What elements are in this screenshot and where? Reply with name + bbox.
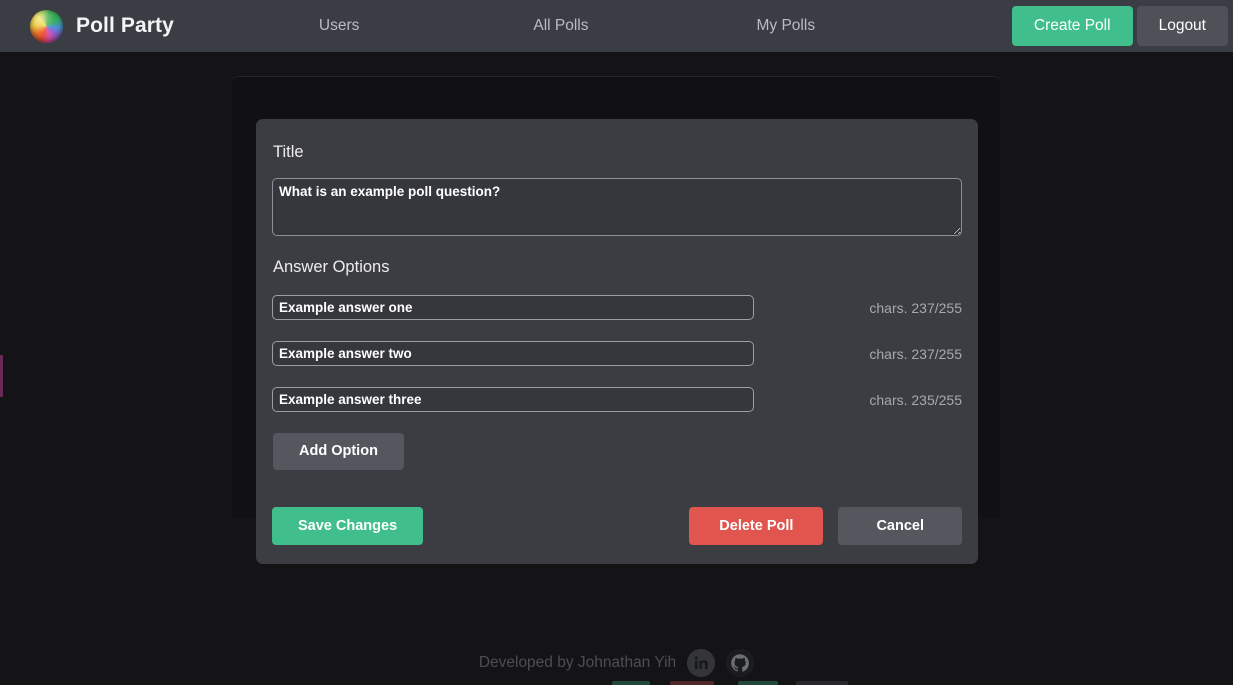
char-counter-1: chars. 237/255 <box>869 299 962 316</box>
char-counter-3: chars. 235/255 <box>869 391 962 408</box>
nav-actions: Create Poll Logout <box>1011 6 1228 46</box>
linkedin-icon[interactable] <box>687 649 716 677</box>
nav-link-all-polls[interactable]: All Polls <box>529 11 592 41</box>
bottom-overflow-strip <box>0 681 1233 685</box>
nav-links: Users All Polls My Polls <box>219 11 1012 41</box>
create-poll-button[interactable]: Create Poll <box>1011 6 1133 46</box>
answer-option-row: chars. 237/255 <box>272 295 962 320</box>
github-icon[interactable] <box>726 649 755 677</box>
char-counter-2: chars. 237/255 <box>869 345 962 362</box>
edit-poll-card: Title Answer Options chars. 237/255 char… <box>256 119 978 564</box>
answer-option-input-3[interactable] <box>272 387 754 412</box>
card-action-bar: Save Changes Delete Poll Cancel <box>272 506 962 545</box>
title-label: Title <box>273 143 304 161</box>
logout-button[interactable]: Logout <box>1136 6 1228 46</box>
add-option-button[interactable]: Add Option <box>273 433 404 470</box>
top-navbar: Poll Party Users All Polls My Polls Crea… <box>0 0 1233 52</box>
answer-option-input-1[interactable] <box>272 295 754 320</box>
developer-credit: Developed by Johnathan Yih <box>478 654 677 671</box>
answer-options-label: Answer Options <box>273 258 390 276</box>
colored-ball-icon <box>30 9 63 43</box>
answer-option-row: chars. 237/255 <box>272 341 962 366</box>
brand-logo-link[interactable]: Poll Party <box>30 9 174 43</box>
poll-title-input[interactable] <box>272 178 962 236</box>
delete-poll-button[interactable]: Delete Poll <box>689 506 824 545</box>
nav-link-users[interactable]: Users <box>315 11 363 41</box>
cancel-button[interactable]: Cancel <box>838 506 962 545</box>
page-footer: Developed by Johnathan Yih <box>0 649 1233 677</box>
save-changes-button[interactable]: Save Changes <box>272 506 424 545</box>
answer-option-row: chars. 235/255 <box>272 387 962 412</box>
nav-link-my-polls[interactable]: My Polls <box>753 11 820 41</box>
answer-option-input-2[interactable] <box>272 341 754 366</box>
edge-artifact <box>0 355 3 397</box>
brand-name: Poll Party <box>76 14 174 37</box>
